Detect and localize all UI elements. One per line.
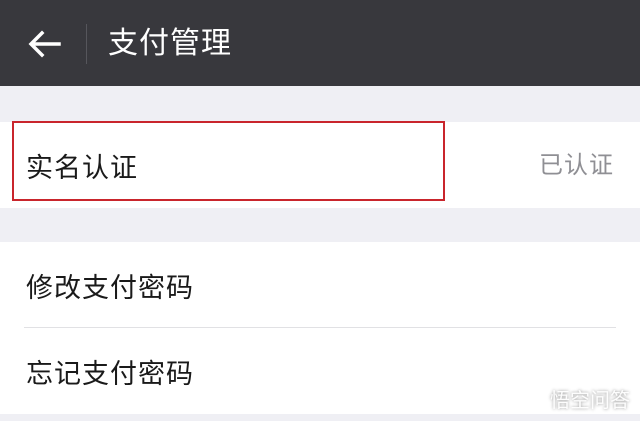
list-item-real-name-verification[interactable]: 实名认证 已认证: [0, 122, 640, 208]
list-item-label: 实名认证: [26, 152, 138, 184]
payment-management-screen: 支付管理 实名认证 已认证 修改支付密码 忘记支付密码 悟空问答: [0, 0, 640, 421]
verification-status: 已认证: [539, 151, 614, 179]
list-item-label: 忘记支付密码: [26, 358, 194, 390]
header-divider: [86, 24, 87, 64]
watermark-text: 悟空问答: [550, 388, 630, 412]
wukong-logo-icon: [519, 386, 543, 411]
back-arrow-icon: [28, 30, 61, 58]
back-button[interactable]: [12, 20, 76, 68]
list-item-label: 修改支付密码: [26, 272, 194, 304]
watermark: 悟空问答: [518, 384, 630, 413]
top-app-bar: 支付管理: [0, 0, 640, 86]
settings-group-verification: 实名认证 已认证: [0, 122, 640, 208]
page-title: 支付管理: [108, 26, 232, 61]
list-item-change-password[interactable]: 修改支付密码: [0, 242, 640, 328]
